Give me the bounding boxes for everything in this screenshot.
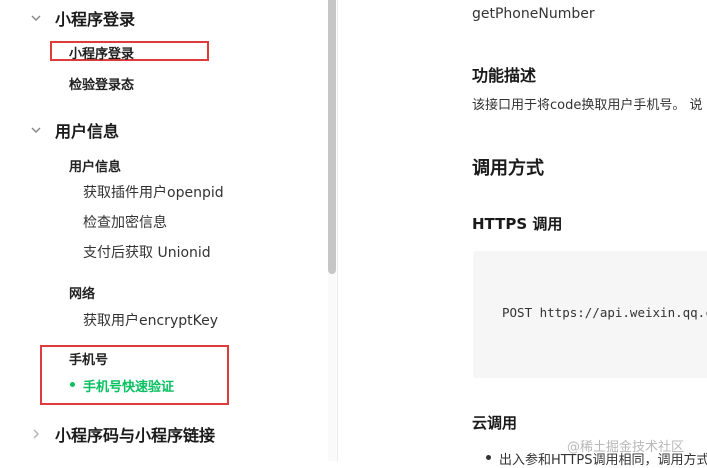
nav-section-login[interactable]: 小程序登录	[0, 5, 320, 31]
nav-item-check-encrypted[interactable]: 检查加密信息	[83, 212, 167, 232]
watermark: @稀土掘金技术社区	[567, 440, 685, 455]
doc-content: getPhoneNumber 功能描述 该接口用于将code换取用户手机号。 说…	[337, 0, 707, 461]
active-dot-icon	[70, 382, 75, 387]
section-heading-func-desc: 功能描述	[472, 66, 537, 85]
sidebar-nav: 小程序登录 小程序登录 检验登录态 用户信息 用户信息 获取插件用户openpi…	[0, 0, 338, 461]
chevron-right-icon	[29, 427, 43, 441]
nav-group-phone: 手机号	[69, 353, 109, 368]
nav-group-network: 网络	[69, 287, 96, 302]
chevron-down-icon	[29, 11, 43, 25]
scrollbar-thumb[interactable]	[328, 0, 336, 274]
nav-section-user-info[interactable]: 用户信息	[0, 117, 320, 143]
nav-item-login[interactable]: 小程序登录	[69, 43, 134, 62]
section-heading-call: 调用方式	[472, 158, 544, 179]
nav-item-check-session[interactable]: 检验登录态	[69, 74, 134, 93]
bullet-icon	[486, 455, 491, 460]
nav-group-user-info: 用户信息	[69, 160, 122, 175]
nav-section-qrcode-link[interactable]: 小程序码与小程序链接	[0, 421, 320, 447]
nav-section-title: 小程序码与小程序链接	[55, 426, 216, 445]
chevron-down-icon	[29, 123, 43, 137]
section-heading-https: HTTPS 调用	[472, 215, 563, 233]
nav-item-encrypt-key[interactable]: 获取用户encryptKey	[83, 310, 218, 330]
nav-item-plugin-openpid[interactable]: 获取插件用户openpid	[83, 182, 224, 202]
section-heading-cloud: 云调用	[472, 414, 518, 432]
code-line: POST https://api.weixin.qq.com	[502, 305, 707, 320]
nav-item-phone-quick-verify[interactable]: 手机号快速验证	[83, 376, 174, 395]
api-name: getPhoneNumber	[472, 6, 595, 22]
func-desc-text: 该接口用于将code换取用户手机号。 说	[472, 98, 703, 113]
nav-item-unionid[interactable]: 支付后获取 Unionid	[83, 242, 211, 262]
nav-section-title: 小程序登录	[55, 10, 136, 29]
nav-section-title: 用户信息	[55, 122, 120, 141]
